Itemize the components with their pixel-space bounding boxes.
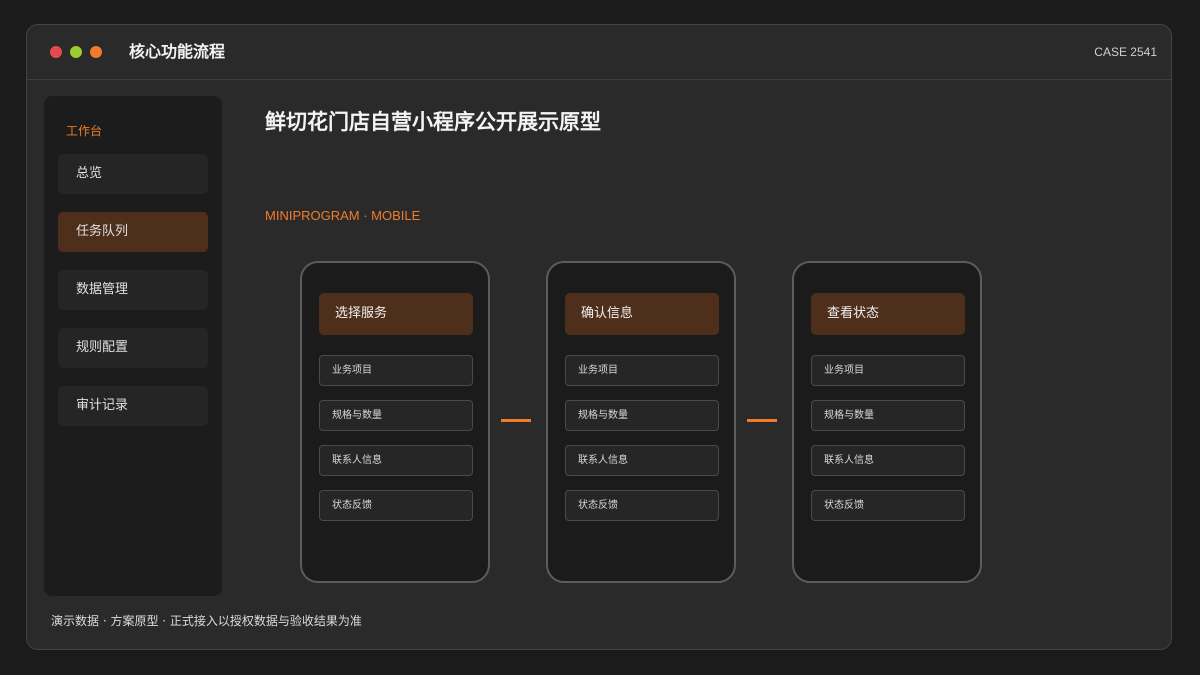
close-window-dot-icon[interactable] [50,46,62,58]
phone-row-contact-info[interactable]: 联系人信息 [565,445,719,476]
phone-row-status-feedback[interactable]: 状态反馈 [811,490,965,521]
phone-step-header[interactable]: 确认信息 [565,293,719,335]
sidebar: 工作台 总览 任务队列 数据管理 规则配置 审计记录 [44,96,222,596]
phone-row-spec-quantity[interactable]: 规格与数量 [319,400,473,431]
phone-mockup-view-status: 查看状态 业务项目 规格与数量 联系人信息 状态反馈 [792,261,982,583]
sidebar-item-overview[interactable]: 总览 [58,154,208,194]
app-window: 核心功能流程 CASE 2541 工作台 总览 任务队列 数据管理 规则配置 审… [26,24,1172,650]
case-label: CASE 2541 [1094,45,1157,59]
phone-row-status-feedback[interactable]: 状态反馈 [565,490,719,521]
title-bar: 核心功能流程 CASE 2541 [27,25,1171,80]
page-title: 鲜切花门店自营小程序公开展示原型 [265,110,601,134]
flow-connector [747,419,777,422]
sidebar-item-audit-log[interactable]: 审计记录 [58,386,208,426]
page-subtitle: MINIPROGRAM · MOBILE [265,208,421,223]
phone-step-header[interactable]: 选择服务 [319,293,473,335]
phone-row-spec-quantity[interactable]: 规格与数量 [565,400,719,431]
sidebar-item-data-management[interactable]: 数据管理 [58,270,208,310]
sidebar-section-label: 工作台 [66,124,103,138]
phone-mockup-select-service: 选择服务 业务项目 规格与数量 联系人信息 状态反馈 [300,261,490,583]
phone-row-contact-info[interactable]: 联系人信息 [319,445,473,476]
phone-row-business-item[interactable]: 业务项目 [565,355,719,386]
flow-connector [501,419,531,422]
phone-row-business-item[interactable]: 业务项目 [811,355,965,386]
minimize-window-dot-icon[interactable] [90,46,102,58]
phone-mockup-confirm-info: 确认信息 业务项目 规格与数量 联系人信息 状态反馈 [546,261,736,583]
phone-row-business-item[interactable]: 业务项目 [319,355,473,386]
phone-row-spec-quantity[interactable]: 规格与数量 [811,400,965,431]
sidebar-item-rule-config[interactable]: 规则配置 [58,328,208,368]
maximize-window-dot-icon[interactable] [70,46,82,58]
window-title: 核心功能流程 [129,42,226,61]
sidebar-item-task-queue[interactable]: 任务队列 [58,212,208,252]
phone-row-status-feedback[interactable]: 状态反馈 [319,490,473,521]
phone-row-contact-info[interactable]: 联系人信息 [811,445,965,476]
footer-note: 演示数据 · 方案原型 · 正式接入以授权数据与验收结果为准 [51,614,362,628]
phone-step-header[interactable]: 查看状态 [811,293,965,335]
